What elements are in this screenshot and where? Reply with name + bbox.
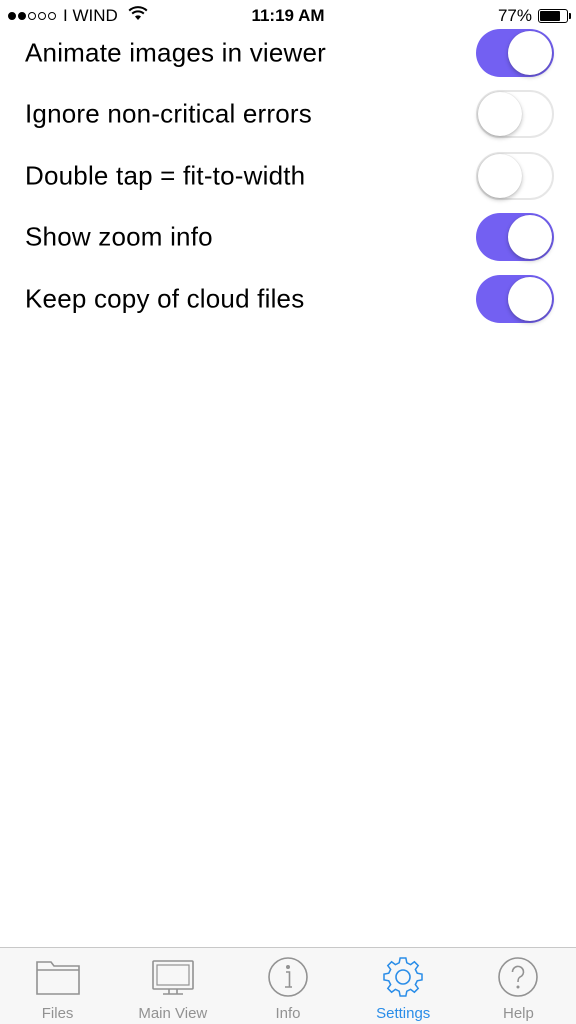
info-icon [265,956,311,1000]
setting-row-ignore-errors: Ignore non-critical errors [0,84,576,146]
tab-bar: Files Main View Info Settings Help [0,947,576,1024]
gear-icon [380,956,426,1000]
toggle-knob [508,215,552,260]
setting-label: Ignore non-critical errors [25,98,312,129]
monitor-icon [150,956,196,1000]
tab-files[interactable]: Files [0,948,115,1024]
animate-images-toggle[interactable] [476,28,554,77]
setting-label: Animate images in viewer [25,37,327,68]
setting-row-double-tap: Double tap = fit-to-width [0,145,576,207]
cloud-files-toggle[interactable] [476,274,554,323]
setting-row-animate-images: Animate images in viewer [0,22,576,84]
tab-label: Main View [138,1005,208,1022]
settings-list: Animate images in viewer Ignore non-crit… [0,22,576,330]
setting-row-cloud-files: Keep copy of cloud files [0,268,576,330]
tab-info[interactable]: Info [230,948,345,1024]
tab-main-view[interactable]: Main View [115,948,230,1024]
folder-icon [35,956,81,1000]
help-icon [495,956,541,1000]
ignore-errors-toggle[interactable] [476,90,554,139]
double-tap-toggle[interactable] [476,151,554,200]
toggle-knob [508,276,552,321]
battery-level [540,11,560,21]
toggle-knob [508,30,552,75]
setting-label: Show zoom info [25,221,213,252]
setting-label: Keep copy of cloud files [25,283,305,314]
tab-help[interactable]: Help [461,948,576,1024]
toggle-knob [478,92,522,137]
zoom-info-toggle[interactable] [476,213,554,262]
tab-label: Settings [376,1005,431,1022]
tab-label: Files [41,1005,74,1022]
tab-settings[interactable]: Settings [346,948,461,1024]
setting-row-zoom-info: Show zoom info [0,207,576,269]
battery-icon [538,9,571,23]
toggle-knob [478,153,522,198]
tab-label: Info [275,1005,301,1022]
setting-label: Double tap = fit-to-width [25,160,306,191]
tab-label: Help [502,1005,534,1022]
